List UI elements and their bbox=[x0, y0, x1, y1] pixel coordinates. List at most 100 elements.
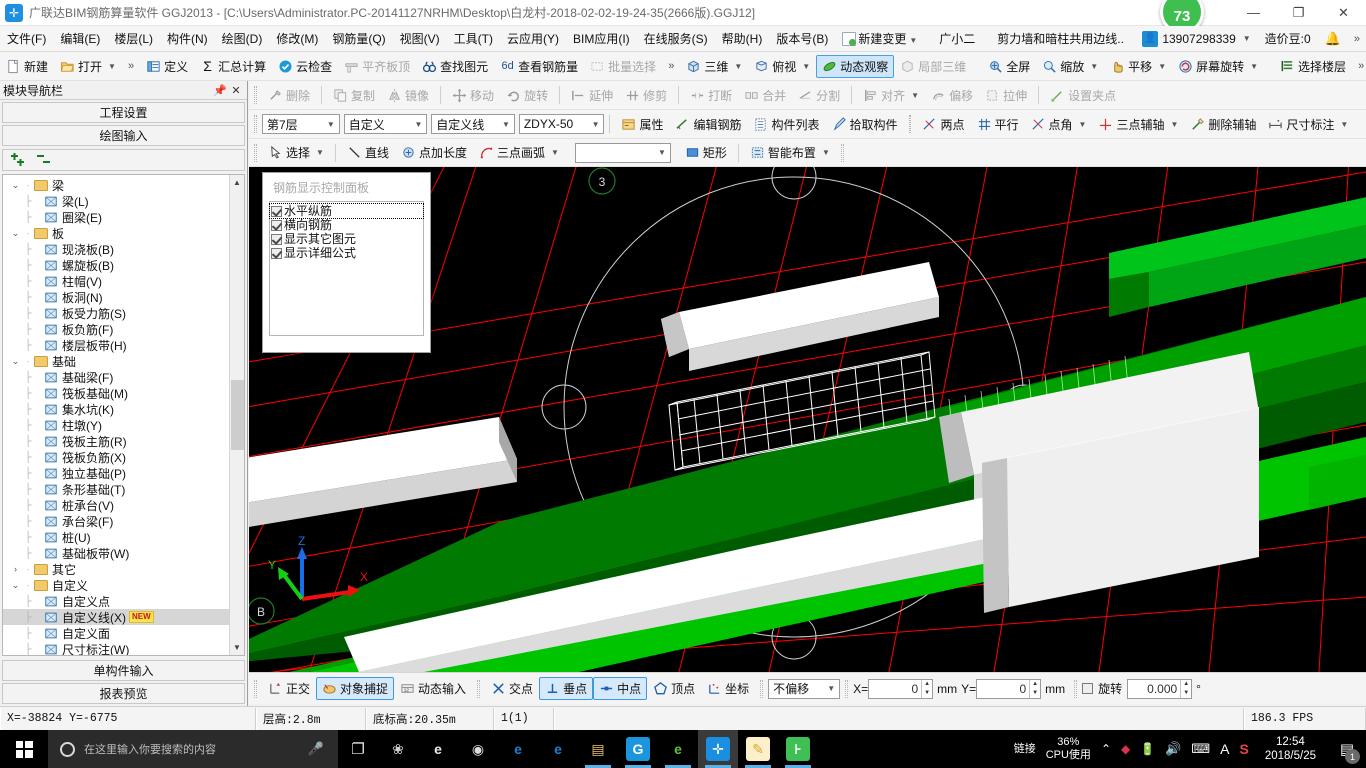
three-point-arc-button[interactable]: 三点画弧 ▼ bbox=[473, 141, 565, 164]
menu-bim-app[interactable]: BIM应用(I) bbox=[566, 26, 637, 51]
copy-button[interactable]: 复制 bbox=[327, 84, 381, 107]
intersection-snap-toggle[interactable]: 交点 bbox=[485, 677, 539, 700]
expand-all-icon[interactable] bbox=[9, 153, 27, 167]
cpu-usage-widget[interactable]: 36% CPU使用 bbox=[1046, 736, 1091, 762]
point-length-tool-button[interactable]: 点加长度 bbox=[395, 141, 473, 164]
menu-version[interactable]: 版本号(B) bbox=[769, 26, 835, 51]
flush-slab-top-button[interactable]: 平齐板顶 bbox=[338, 55, 416, 78]
drawing-input-button[interactable]: 绘图输入 bbox=[2, 125, 245, 146]
y-offset-input[interactable]: ▲▼ bbox=[976, 678, 1042, 699]
midpoint-snap-toggle[interactable]: 中点 bbox=[593, 677, 648, 700]
volume-icon[interactable]: 🔊 bbox=[1165, 741, 1181, 757]
x-offset-field[interactable] bbox=[869, 680, 922, 697]
green-tools-icon[interactable]: ⊦ bbox=[778, 730, 818, 768]
zoom-button[interactable]: 缩放 ▼ bbox=[1036, 55, 1104, 78]
tree-item-自定义面[interactable]: ├ 自定义面 bbox=[3, 625, 229, 641]
rebar-panel-options[interactable]: 水平纵筋 横向钢筋 显示其它图元 显示详细公式 bbox=[269, 201, 424, 336]
new-button[interactable]: 新建 bbox=[0, 55, 54, 78]
scroll-up-button[interactable]: ▲ bbox=[230, 175, 244, 190]
tree-item-条形基础t[interactable]: ├ 条形基础(T) bbox=[3, 481, 229, 497]
trim-button[interactable]: 修剪 bbox=[619, 84, 673, 107]
view-rebar-qty-button[interactable]: 6d 查看钢筋量 bbox=[494, 55, 584, 78]
local-3d-button[interactable]: 局部三维 bbox=[894, 55, 972, 78]
smart-layout-button[interactable]: 智能布置 ▼ bbox=[744, 141, 836, 164]
tree-item-板[interactable]: ⌄ · 板 bbox=[3, 225, 229, 241]
delete-axis-button[interactable]: 删除辅轴 bbox=[1184, 113, 1262, 136]
tree-item-尺寸标注w[interactable]: ├ 尺寸标注(W) bbox=[3, 641, 229, 656]
scroll-down-button[interactable]: ▼ bbox=[230, 640, 244, 655]
tree-item-其它[interactable]: › · 其它 bbox=[3, 561, 229, 577]
y-spin-up[interactable]: ▲ bbox=[1030, 680, 1040, 689]
floor-selector[interactable]: 第7层 ▼ bbox=[261, 114, 340, 134]
file-explorer-icon[interactable]: ▤ bbox=[578, 730, 618, 768]
battery-icon[interactable]: 🔋 bbox=[1140, 742, 1155, 756]
checkbox[interactable] bbox=[271, 247, 282, 259]
tree-item-柱帽v[interactable]: ├ 柱帽(V) bbox=[3, 273, 229, 289]
properties-button[interactable]: 属性 bbox=[615, 113, 669, 136]
toolbar-overflow-3[interactable]: » bbox=[1352, 60, 1366, 72]
batch-select-button[interactable]: 批量选择 bbox=[584, 55, 662, 78]
menu-view[interactable]: 视图(V) bbox=[393, 26, 447, 51]
object-snap-toggle[interactable]: 对象捕捉 bbox=[316, 677, 395, 700]
show-hidden-icons-chevron[interactable]: ⌃ bbox=[1101, 742, 1111, 756]
search-input[interactable]: 在这里输入你要搜索的内容 🎤 bbox=[48, 730, 338, 768]
tree-item-圈梁e[interactable]: ├ 圈梁(E) bbox=[3, 209, 229, 225]
rebar-option-row[interactable]: 横向钢筋 bbox=[270, 218, 423, 232]
tree-item-筏板主筋r[interactable]: ├ 筏板主筋(R) bbox=[3, 433, 229, 449]
microphone-icon[interactable]: 🎤 bbox=[308, 741, 324, 757]
tree-item-梁[interactable]: ⌄ · 梁 bbox=[3, 177, 229, 193]
tree-scrollbar[interactable]: ▲ ▼ bbox=[229, 175, 244, 655]
y-spin-down[interactable]: ▼ bbox=[1030, 689, 1040, 698]
tree-item-螺旋板b[interactable]: ├ 螺旋板(B) bbox=[3, 257, 229, 273]
menu-modify[interactable]: 修改(M) bbox=[269, 26, 325, 51]
menu-online-service[interactable]: 在线服务(S) bbox=[637, 26, 715, 51]
windows-start-icon[interactable] bbox=[0, 730, 48, 768]
tree-item-基础板带w[interactable]: ├ 基础板带(W) bbox=[3, 545, 229, 561]
tree-item-自定义点[interactable]: ├ 自定义点 bbox=[3, 593, 229, 609]
three-point-axis-button[interactable]: 三点辅轴 ▼ bbox=[1092, 113, 1184, 136]
chevron-down-icon[interactable]: ⌄ bbox=[9, 356, 22, 367]
minimize-button[interactable]: — bbox=[1231, 0, 1276, 26]
dynamic-observe-button[interactable]: 动态观察 bbox=[816, 54, 895, 78]
rotate-spinner[interactable]: ▲ ▼ bbox=[1180, 679, 1191, 698]
tree-item-承台梁f[interactable]: ├ 承台梁(F) bbox=[3, 513, 229, 529]
spiral-notify-icon[interactable]: ◉ bbox=[458, 730, 498, 768]
task-view-icon[interactable]: ❐ bbox=[338, 730, 378, 768]
two-point-axis-button[interactable]: 两点 bbox=[916, 113, 970, 136]
member-selector[interactable]: ZDYX-50 ▼ bbox=[518, 114, 605, 134]
tree-item-自定义[interactable]: ⌄ · 自定义 bbox=[3, 577, 229, 593]
tree-item-集水坑k[interactable]: ├ 集水坑(K) bbox=[3, 401, 229, 417]
edge-icon[interactable]: e bbox=[498, 730, 538, 768]
chevron-down-icon[interactable]: ⌄ bbox=[9, 580, 22, 591]
offset-button[interactable]: 偏移 bbox=[925, 84, 979, 107]
parallel-axis-button[interactable]: 平行 bbox=[971, 113, 1025, 136]
edge-legacy-icon[interactable]: e bbox=[418, 730, 458, 768]
define-button[interactable]: 定义 bbox=[140, 55, 194, 78]
scroll-thumb[interactable] bbox=[231, 380, 244, 450]
menu-cloud-app[interactable]: 云应用(Y) bbox=[500, 26, 566, 51]
pin-icon[interactable]: 📌 bbox=[212, 84, 228, 97]
rect-tool-button[interactable]: 矩形 bbox=[679, 141, 733, 164]
user-nickname[interactable]: 广小二 bbox=[932, 26, 982, 51]
menubar-overflow-button[interactable]: » bbox=[1348, 33, 1366, 45]
chevron-right-icon[interactable]: › bbox=[9, 564, 22, 574]
checkbox[interactable] bbox=[271, 205, 282, 217]
menu-member[interactable]: 构件(N) bbox=[160, 26, 215, 51]
pan-button[interactable]: 平移 ▼ bbox=[1104, 55, 1172, 78]
split-button[interactable]: 分割 bbox=[792, 84, 846, 107]
ruby-icon[interactable]: ◆ bbox=[1121, 742, 1130, 756]
green-browser-icon[interactable]: e bbox=[658, 730, 698, 768]
maximize-button[interactable]: ❐ bbox=[1276, 0, 1321, 26]
chevron-down-icon[interactable]: ⌄ bbox=[9, 180, 22, 191]
draw-combo[interactable]: ▼ bbox=[574, 142, 671, 163]
action-center-icon[interactable]: ▤ 1 bbox=[1332, 730, 1362, 768]
menu-floor[interactable]: 楼层(L) bbox=[107, 26, 160, 51]
tree-item-板受力筋s[interactable]: ├ 板受力筋(S) bbox=[3, 305, 229, 321]
fullscreen-button[interactable]: 全屏 bbox=[982, 55, 1036, 78]
rotate-field[interactable] bbox=[1128, 680, 1181, 697]
new-change-button[interactable]: 新建变更 ▼ bbox=[835, 26, 924, 51]
checkbox[interactable] bbox=[271, 219, 282, 231]
tree-item-桩承台v[interactable]: ├ 桩承台(V) bbox=[3, 497, 229, 513]
x-spinner[interactable]: ▲ ▼ bbox=[921, 679, 932, 698]
three-d-button[interactable]: 三维 ▼ bbox=[680, 55, 748, 78]
